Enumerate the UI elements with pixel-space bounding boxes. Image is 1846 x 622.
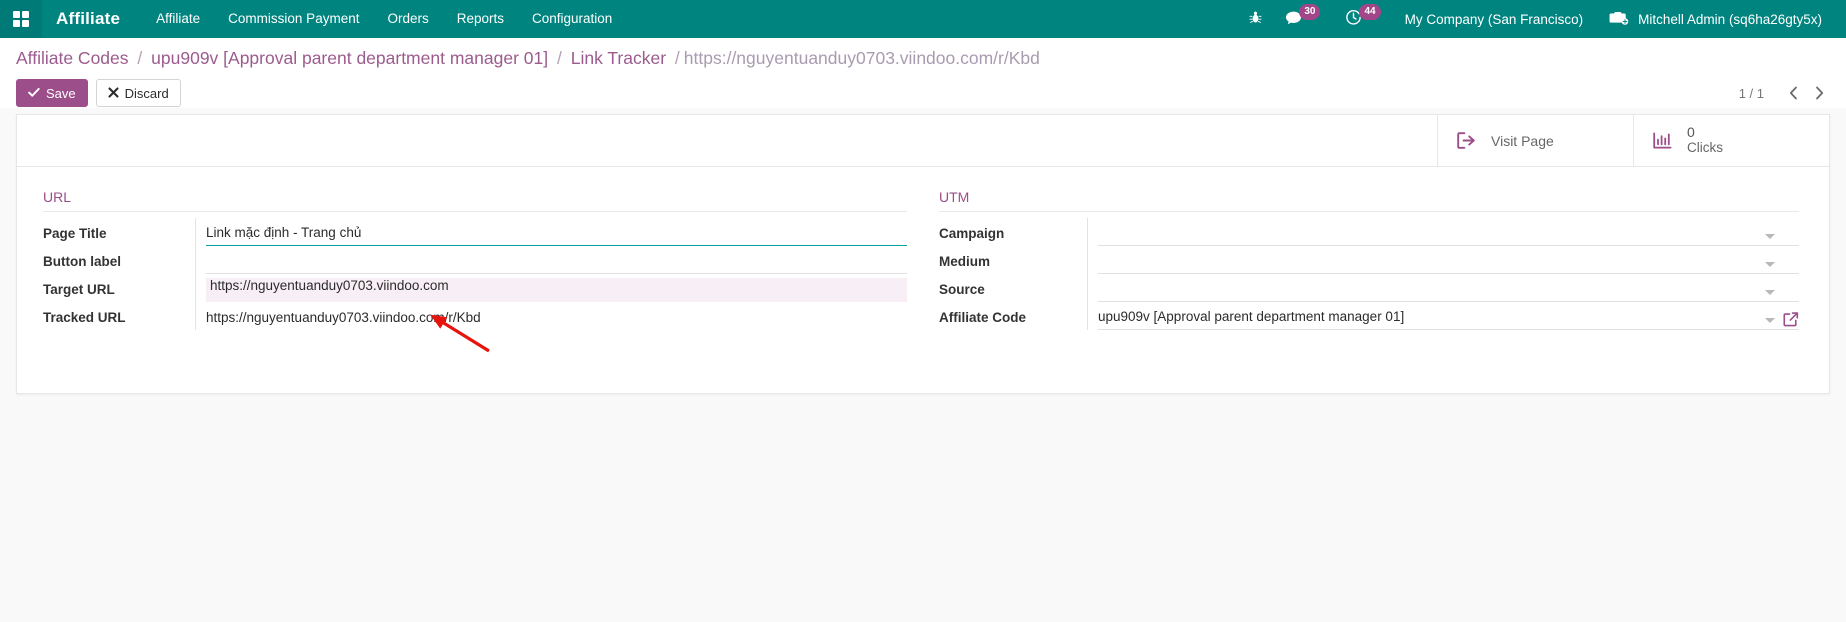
top-navbar: Affiliate Affiliate Commission Payment O… (0, 0, 1846, 38)
bar-chart-icon (1652, 131, 1673, 151)
field-target-url-control: https://nguyentuanduy0703.viindoo.com (195, 274, 907, 302)
chevron-down-icon[interactable] (1765, 290, 1775, 295)
chevron-down-icon[interactable] (1765, 262, 1775, 267)
field-affiliate-code-label: Affiliate Code (939, 310, 1027, 325)
group-utm-title: UTM (939, 189, 1799, 212)
chevron-right-icon (1815, 86, 1823, 100)
medium-input[interactable] (1098, 251, 1799, 274)
form-sheet: Visit Page 0 Clicks URL Page Title Link … (16, 114, 1830, 394)
stat-button-clicks-content: 0 Clicks (1687, 125, 1723, 156)
field-tracked-url-control: https://nguyentuanduy0703.viindoo.com/r/… (195, 302, 907, 330)
field-button-label: Button label (43, 246, 907, 274)
bug-icon (1248, 10, 1263, 28)
save-button[interactable]: Save (16, 79, 88, 107)
tracked-url-value: https://nguyentuanduy0703.viindoo.com/r/… (206, 310, 481, 325)
field-medium-control (1087, 246, 1799, 274)
target-url-value[interactable]: https://nguyentuanduy0703.viindoo.com (206, 278, 907, 302)
chevron-down-icon[interactable] (1765, 318, 1775, 323)
sheet-background: Visit Page 0 Clicks URL Page Title Link … (0, 108, 1846, 622)
source-input[interactable] (1098, 279, 1799, 302)
field-page-title-label: Page Title (43, 226, 107, 241)
pager-count: 1 / 1 (1738, 85, 1764, 101)
activity-menu-button[interactable]: 44 (1334, 0, 1394, 38)
stat-button-clicks-value: 0 (1687, 124, 1695, 140)
field-affiliate-code-control (1087, 302, 1799, 330)
breadcrumb: Affiliate Codes / upu909v [Approval pare… (16, 47, 1216, 70)
field-target-url: Target URL https://nguyentuanduy0703.vii… (43, 274, 907, 302)
field-source-label: Source (939, 282, 985, 297)
debug-menu-button[interactable] (1237, 0, 1274, 38)
save-button-label: Save (46, 85, 76, 101)
breadcrumb-separator-3: / (674, 48, 680, 68)
discard-button[interactable]: Discard (95, 79, 181, 107)
menu-commission-payment[interactable]: Commission Payment (214, 0, 373, 38)
messaging-count-badge: 30 (1299, 4, 1321, 20)
chevron-left-icon (1789, 86, 1797, 100)
menu-reports[interactable]: Reports (443, 0, 518, 38)
menu-affiliate[interactable]: Affiliate (142, 0, 214, 38)
internal-link-icon[interactable] (1782, 311, 1799, 328)
form-body: URL Page Title Button label Target URL (17, 167, 1829, 358)
group-url-title: URL (43, 189, 907, 212)
camera-add-icon (1609, 9, 1629, 29)
messaging-menu-button[interactable]: 30 (1274, 0, 1334, 38)
field-source-control (1087, 274, 1799, 302)
grid-apps-icon (13, 11, 29, 27)
user-menu[interactable]: Mitchell Admin (sq6ha26gty5x) (1599, 9, 1836, 29)
field-source: Source (939, 274, 1799, 302)
field-campaign-label: Campaign (939, 226, 1005, 241)
field-target-url-label: Target URL (43, 282, 115, 297)
breadcrumb-separator-2: / (556, 48, 562, 68)
breadcrumb-separator-1: / (137, 48, 143, 68)
menu-configuration[interactable]: Configuration (518, 0, 626, 38)
control-panel: Affiliate Codes / upu909v [Approval pare… (0, 38, 1846, 108)
stat-button-visit-page-label: Visit Page (1491, 132, 1554, 149)
button-label-input[interactable] (206, 251, 907, 274)
chevron-down-icon[interactable] (1765, 234, 1775, 239)
user-name-label: Mitchell Admin (sq6ha26gty5x) (1638, 11, 1822, 27)
stat-button-visit-page[interactable]: Visit Page (1437, 115, 1633, 166)
breadcrumb-section[interactable]: Link Tracker (571, 48, 666, 68)
field-page-title: Page Title (43, 218, 907, 246)
affiliate-code-input[interactable] (1098, 307, 1799, 330)
field-affiliate-code: Affiliate Code (939, 302, 1799, 330)
field-tracked-url-label: Tracked URL (43, 310, 126, 325)
app-brand[interactable]: Affiliate (42, 9, 142, 29)
field-campaign: Campaign (939, 218, 1799, 246)
field-medium-label: Medium (939, 254, 991, 269)
field-medium: Medium (939, 246, 1799, 274)
pager-previous-button[interactable] (1782, 81, 1804, 105)
discard-button-label: Discard (124, 85, 169, 101)
stat-button-clicks-label: Clicks (1687, 140, 1723, 155)
campaign-input[interactable] (1098, 223, 1799, 246)
control-panel-actions: Save Discard 1 / 1 (16, 78, 1830, 108)
external-arrow-icon (1456, 131, 1477, 150)
stat-button-box: Visit Page 0 Clicks (17, 115, 1829, 167)
group-url: URL Page Title Button label Target URL (17, 189, 923, 330)
check-icon (28, 87, 40, 100)
group-utm: UTM Campaign Medium Source Affiliate Cod… (923, 189, 1829, 330)
field-tracked-url: Tracked URL https://nguyentuanduy0703.vi… (43, 302, 907, 330)
menu-orders[interactable]: Orders (373, 0, 442, 38)
field-button-label-label: Button label (43, 254, 121, 269)
page-title-input[interactable] (206, 223, 907, 246)
apps-menu-button[interactable] (0, 0, 42, 38)
systray: 30 44 My Company (San Francisco) Mitchel… (1237, 0, 1846, 38)
field-page-title-control (195, 218, 907, 246)
company-switcher[interactable]: My Company (San Francisco) (1395, 12, 1600, 27)
stat-button-clicks[interactable]: 0 Clicks (1633, 115, 1829, 166)
pager: 1 / 1 (1739, 81, 1830, 105)
breadcrumb-root[interactable]: Affiliate Codes (16, 48, 129, 68)
pager-next-button[interactable] (1808, 81, 1830, 105)
activity-count-badge: 44 (1359, 4, 1381, 20)
field-button-label-control (195, 246, 907, 274)
field-campaign-control (1087, 218, 1799, 246)
breadcrumb-record: https://nguyentuanduy0703.viindoo.com/r/… (683, 48, 1040, 68)
times-icon (108, 86, 119, 100)
breadcrumb-parent[interactable]: upu909v [Approval parent department mana… (151, 48, 548, 68)
